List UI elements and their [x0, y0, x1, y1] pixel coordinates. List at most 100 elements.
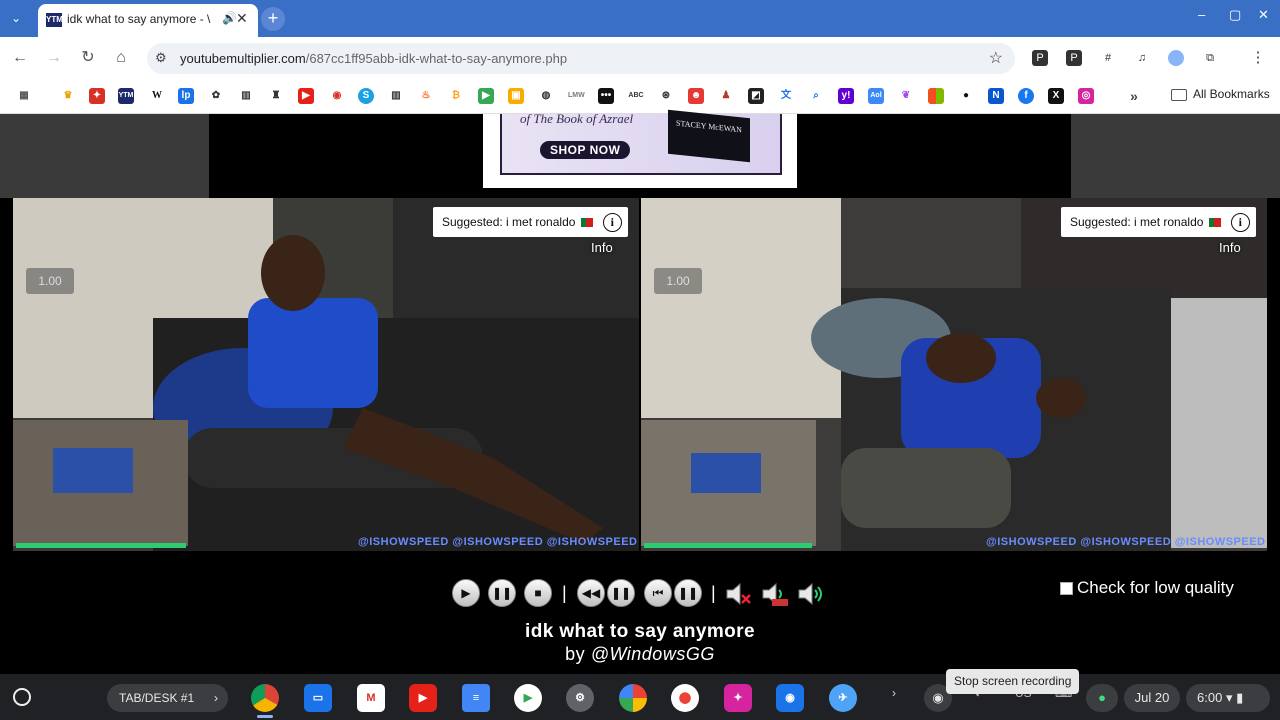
maps-app-icon[interactable]: ⬤ — [671, 684, 699, 712]
info-icon[interactable]: i — [1230, 213, 1250, 233]
bookmark-n-icon[interactable]: N — [988, 88, 1004, 104]
maximize-button[interactable]: ▢ — [1229, 7, 1241, 23]
stop-all-button[interactable]: ■ — [524, 579, 552, 607]
bookmark-person-icon[interactable]: ♟ — [718, 88, 734, 104]
bookmark-globe-icon[interactable]: ◍ — [538, 88, 554, 104]
bookmark-crown-icon[interactable]: ♛ — [60, 88, 76, 104]
bookmark-mascot-icon[interactable]: ☻ — [688, 88, 704, 104]
reload-icon[interactable]: ↻ — [77, 47, 99, 69]
tab-search-chevron-icon[interactable]: ⌄ — [6, 8, 26, 28]
extension-translate-icon[interactable]: # — [1100, 50, 1116, 66]
extension-p-icon[interactable]: P — [1032, 50, 1048, 66]
bookmark-instagram-icon[interactable]: ◎ — [1078, 88, 1094, 104]
gmail-app-icon[interactable]: M — [357, 684, 385, 712]
video-player-1[interactable]: Suggested: i met ronaldo i Info 1.00 @IS… — [13, 198, 639, 551]
skip-back-button[interactable]: ⏮ — [644, 579, 672, 607]
play-all-button[interactable]: ▶ — [452, 579, 480, 607]
url-text[interactable]: youtubemultiplier.com/687cc1ff95abb-idk-… — [180, 51, 567, 66]
bookmark-aol-icon[interactable]: Aol — [868, 88, 884, 104]
bookmark-ytm-icon[interactable]: YTM — [118, 88, 134, 104]
bookmark-magnifier-icon[interactable]: ⌕ — [808, 88, 824, 104]
low-quality-checkbox[interactable]: Check for low quality — [1060, 578, 1234, 598]
pause-all-button[interactable]: ❚❚ — [488, 579, 516, 607]
ad-shop-now-button[interactable]: SHOP NOW — [540, 141, 631, 159]
bookmark-facebook-icon[interactable]: f — [1018, 88, 1034, 104]
bookmark-microsoft-icon[interactable] — [928, 88, 944, 104]
photos-app-icon[interactable] — [619, 684, 647, 712]
bookmark-game-icon[interactable]: ✦ — [89, 88, 105, 104]
bookmark-youtube-icon[interactable]: ▶ — [298, 88, 314, 104]
bookmark-abc-icon[interactable]: ABC — [628, 88, 644, 104]
bookmark-star-icon[interactable]: ☆ — [989, 48, 1003, 68]
bookmark-coin-icon[interactable]: ₿ — [448, 88, 464, 104]
gallery-app-icon[interactable]: ✦ — [724, 684, 752, 712]
rewind-button[interactable]: ◀◀ — [577, 579, 605, 607]
advertisement-banner[interactable]: of The Book of Azrael SHOP NOW STACEY Mc… — [483, 109, 797, 188]
youtube-app-icon[interactable]: ▶ — [409, 684, 437, 712]
docs-app-icon[interactable]: ≡ — [462, 684, 490, 712]
bookmark-dots-icon[interactable]: ••• — [598, 88, 614, 104]
date-button[interactable]: Jul 20 — [1124, 684, 1180, 712]
bookmark-translate-icon[interactable]: 文 — [778, 88, 794, 104]
video-player-2[interactable]: Suggested: i met ronaldo i Info 1.00 @IS… — [641, 198, 1267, 551]
playback-speed-1[interactable]: 1.00 — [26, 268, 74, 294]
bookmark-skype-icon[interactable]: S — [358, 88, 374, 104]
bookmark-image-icon[interactable]: ◩ — [748, 88, 764, 104]
chrome-app-icon[interactable] — [251, 684, 279, 712]
bookmark-wheel-icon[interactable]: ⊛ — [658, 88, 674, 104]
launcher-icon[interactable] — [13, 688, 31, 706]
bookmark-wikipedia-icon[interactable]: W — [149, 88, 165, 104]
files-app-icon[interactable]: ▭ — [304, 684, 332, 712]
bookmark-text-icon[interactable]: LMW — [568, 88, 585, 104]
bookmark-fire-icon[interactable]: ♨ — [418, 88, 434, 104]
bookmark-bottle-icon[interactable]: ♜ — [268, 88, 284, 104]
all-bookmarks-button[interactable]: All Bookmarks — [1171, 87, 1270, 101]
extension-circle-icon[interactable] — [1168, 50, 1184, 66]
byline-author[interactable]: @WindowsGG — [591, 644, 715, 664]
play-store-app-icon[interactable]: ▶ — [514, 684, 542, 712]
browser-tab[interactable]: YTM idk what to say anymore - \ 🔊 ✕ — [38, 4, 258, 37]
minimize-button[interactable]: – — [1198, 7, 1205, 22]
forward-arrow-icon[interactable]: → — [43, 47, 65, 69]
status-area[interactable]: 6:00 ▾ ▮ — [1186, 684, 1270, 712]
bookmark-box-icon[interactable]: ▣ — [508, 88, 524, 104]
address-bar[interactable]: ⚙ youtubemultiplier.com/687cc1ff95abb-id… — [147, 43, 1015, 74]
home-icon[interactable]: ⌂ — [110, 47, 132, 69]
bookmark-gear-icon[interactable]: ✿ — [208, 88, 224, 104]
chrome-menu-icon[interactable]: ⋮ — [1250, 50, 1266, 66]
playback-speed-2[interactable]: 1.00 — [654, 268, 702, 294]
desk-switcher[interactable]: TAB/DESK #1 › — [107, 684, 228, 712]
info-icon[interactable]: i — [602, 213, 622, 233]
bookmark-play-icon[interactable]: ▶ — [478, 88, 494, 104]
mute-icon[interactable] — [724, 581, 754, 607]
site-info-icon[interactable]: ⚙ — [155, 50, 167, 66]
app-icon-bird[interactable]: ✈ — [829, 684, 857, 712]
checkbox-box[interactable] — [1060, 582, 1073, 596]
volume-reset-icon[interactable] — [760, 581, 790, 607]
bookmark-bank-icon[interactable]: ▥ — [388, 88, 404, 104]
extension-p2-icon[interactable]: P — [1066, 50, 1082, 66]
bookmark-butterfly-icon[interactable]: ❦ — [898, 88, 914, 104]
info-label-2[interactable]: Info — [1219, 240, 1241, 255]
volume-up-icon[interactable] — [796, 581, 826, 607]
new-tab-button[interactable]: + — [261, 7, 285, 31]
bookmark-building-icon[interactable]: ▥ — [238, 88, 254, 104]
extension-music-icon[interactable]: ♫ — [1134, 50, 1150, 66]
tab-close-icon[interactable]: ✕ — [236, 10, 248, 27]
pause-button-3[interactable]: ❚❚ — [674, 579, 702, 607]
tab-audio-icon[interactable]: 🔊 — [222, 11, 237, 25]
camera-app-icon[interactable]: ◉ — [776, 684, 804, 712]
settings-app-icon[interactable]: ⚙ — [566, 684, 594, 712]
extensions-puzzle-icon[interactable]: ⧉ — [1202, 50, 1218, 66]
bookmark-lp-icon[interactable]: lp — [178, 88, 194, 104]
shelf-overflow-chevron-icon[interactable]: › — [892, 686, 896, 700]
suggested-banner-1[interactable]: Suggested: i met ronaldo i — [433, 207, 628, 237]
bookmark-x-icon[interactable]: X — [1048, 88, 1064, 104]
pause-button-2[interactable]: ❚❚ — [607, 579, 635, 607]
info-label-1[interactable]: Info — [591, 240, 613, 255]
back-arrow-icon[interactable]: ← — [9, 47, 31, 69]
tray-status-button[interactable]: ● — [1086, 684, 1118, 712]
bookmark-apple-icon[interactable]: ● — [958, 88, 974, 104]
window-close-button[interactable]: ✕ — [1258, 7, 1269, 23]
apps-grid-icon[interactable]: ▦ — [16, 88, 32, 104]
